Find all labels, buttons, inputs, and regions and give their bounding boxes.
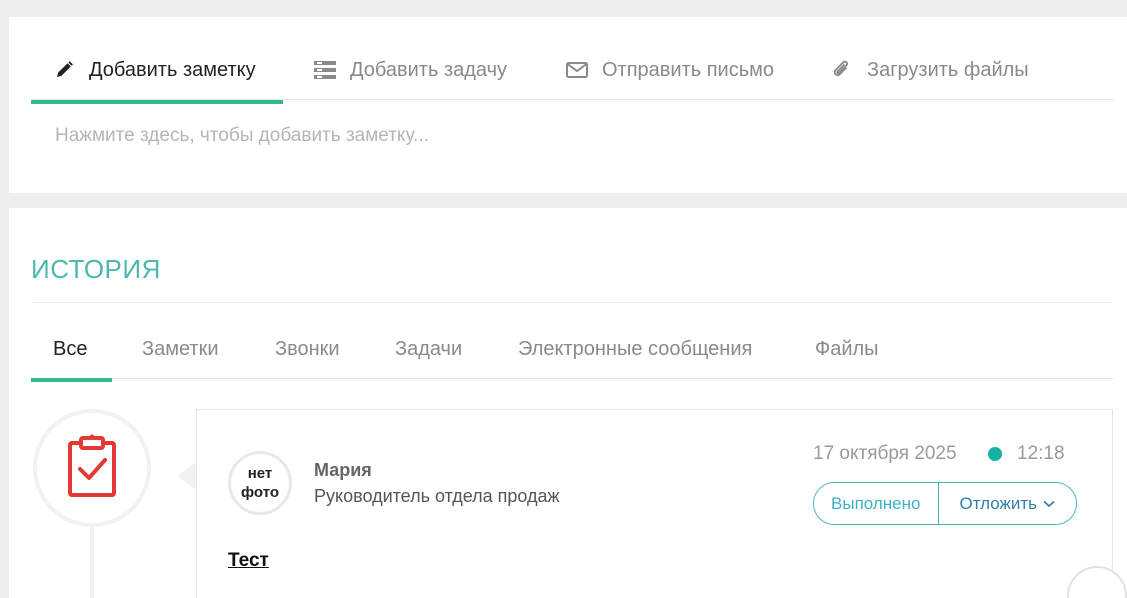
mark-done-label: Выполнено (831, 493, 921, 513)
entry-title-link[interactable]: Тест (228, 550, 269, 572)
tab-files[interactable]: Файлы (815, 338, 879, 361)
postpone-button[interactable]: Отложить (938, 483, 1076, 524)
avatar-text-line2: фото (240, 484, 280, 501)
author-role: Руководитель отдела продаж (314, 486, 560, 506)
note-composer-panel: Добавить заметку Добавить задачу Отправи… (9, 17, 1127, 193)
note-input[interactable]: Нажмите здесь, чтобы добавить заметку... (55, 125, 429, 147)
tab-upload-files-label: Загрузить файлы (867, 58, 1029, 81)
tab-add-note-label: Добавить заметку (89, 58, 256, 81)
active-history-tab-indicator (31, 378, 112, 382)
paperclip-icon (831, 59, 853, 81)
mark-done-button[interactable]: Выполнено (814, 483, 939, 524)
pencil-icon (53, 59, 75, 81)
tab-notes[interactable]: Заметки (142, 338, 219, 361)
task-action-buttons: Выполнено Отложить (813, 482, 1077, 525)
tab-emails[interactable]: Электронные сообщения (518, 338, 752, 361)
history-entry-card: нет фото Мария Руководитель отдела прода… (196, 409, 1113, 598)
tab-send-email-label: Отправить письмо (602, 58, 775, 81)
tab-send-email[interactable]: Отправить письмо (566, 57, 774, 83)
tab-all[interactable]: Все (53, 338, 87, 361)
timeline-marker (33, 409, 151, 527)
postpone-label: Отложить (959, 493, 1038, 513)
avatar: нет фото (228, 451, 292, 515)
chevron-down-icon (1043, 500, 1055, 508)
entry-time: 12:18 (1017, 443, 1065, 464)
avatar-text-line1: нет (247, 465, 273, 482)
composer-tabs: Добавить заметку Добавить задачу Отправи… (31, 17, 1113, 100)
entry-date: 17 октября 2025 (813, 443, 957, 464)
history-title: ИСТОРИЯ (31, 254, 161, 284)
task-list-icon (314, 59, 336, 81)
tab-calls[interactable]: Звонки (275, 338, 340, 361)
envelope-icon (566, 59, 588, 81)
timeline-line (90, 527, 94, 598)
history-filter-tabs: Все Заметки Звонки Задачи Электронные со… (31, 302, 1113, 379)
tab-upload-files[interactable]: Загрузить файлы (831, 57, 1029, 83)
tab-add-task-label: Добавить задачу (350, 58, 508, 81)
card-pointer (177, 462, 197, 490)
status-dot (988, 447, 1002, 461)
tab-tasks[interactable]: Задачи (395, 338, 462, 361)
active-tab-indicator (31, 100, 283, 104)
tab-add-task[interactable]: Добавить задачу (314, 57, 507, 83)
tab-add-note[interactable]: Добавить заметку (53, 57, 256, 83)
clipboard-check-icon (67, 434, 117, 503)
history-panel: ИСТОРИЯ Все Заметки Звонки Задачи Электр… (9, 208, 1127, 598)
author-name[interactable]: Мария (314, 460, 372, 481)
